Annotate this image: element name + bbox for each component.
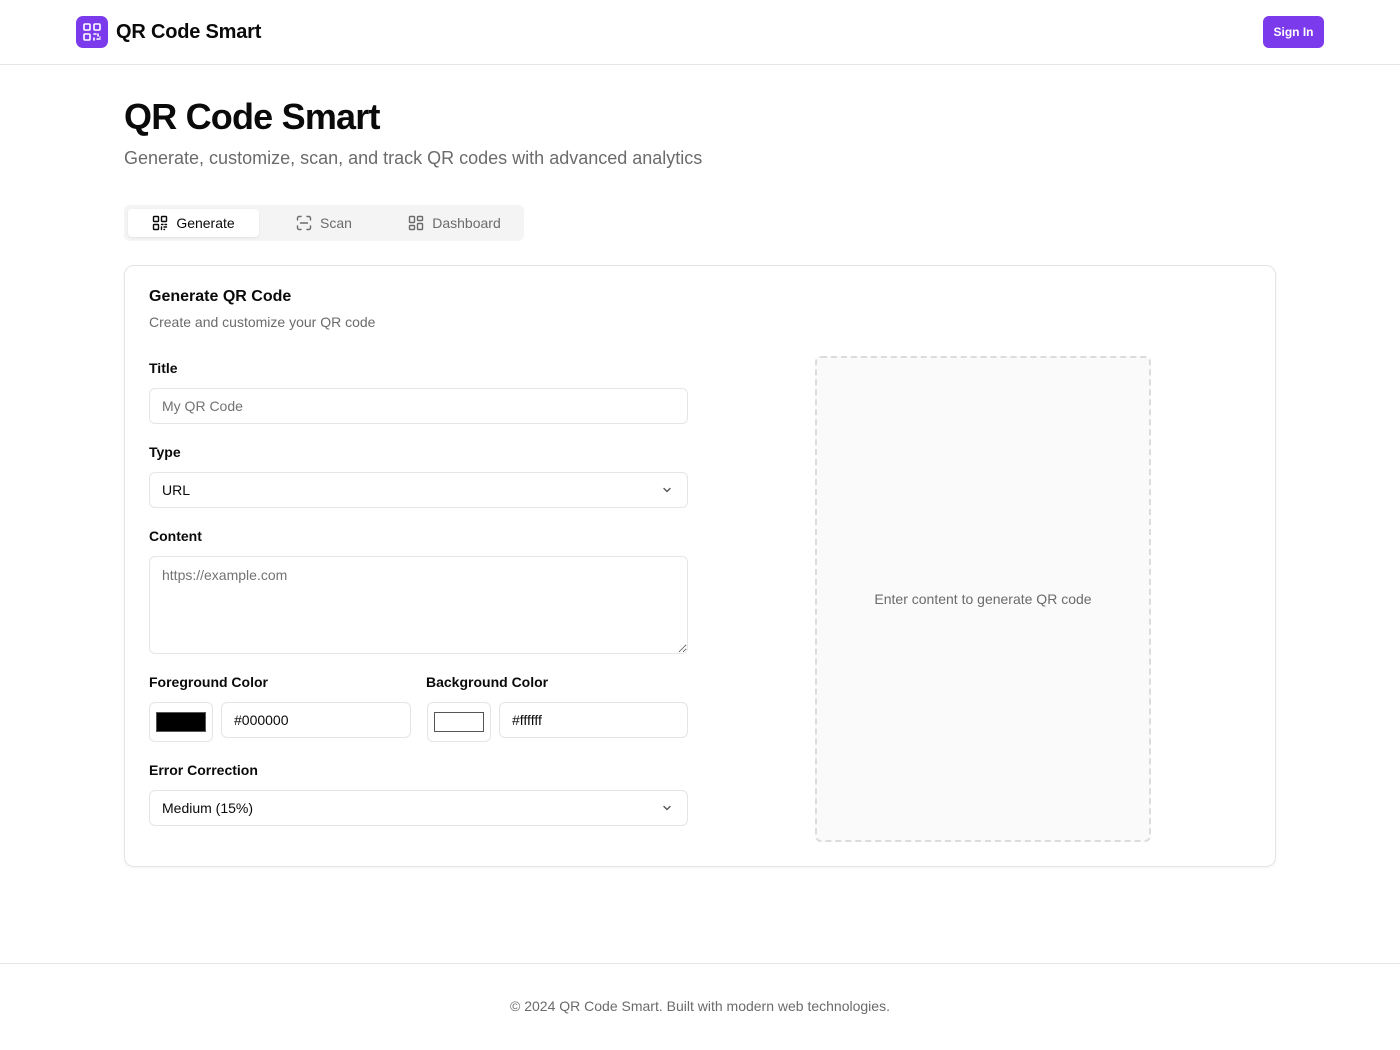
error-correction-value: Medium (15%) xyxy=(162,800,254,816)
title-label: Title xyxy=(149,360,178,376)
content-label: Content xyxy=(149,528,202,544)
card-title: Generate QR Code xyxy=(149,288,292,305)
preview-placeholder-text: Enter content to generate QR code xyxy=(874,591,1092,607)
background-color-picker[interactable] xyxy=(427,702,491,742)
chevron-down-icon xyxy=(661,484,673,496)
brand-name: QR Code Smart xyxy=(116,20,262,43)
background-swatch xyxy=(434,712,484,732)
tab-generate[interactable]: Generate xyxy=(128,209,259,237)
tab-bar: Generate Scan Dashboard xyxy=(124,205,524,241)
footer: © 2024 QR Code Smart. Built with modern … xyxy=(0,963,1400,1050)
qr-logo-icon xyxy=(76,16,108,48)
top-header: QR Code Smart Sign In xyxy=(0,0,1400,65)
foreground-color-input[interactable] xyxy=(221,702,411,738)
tab-scan-label: Scan xyxy=(320,215,352,231)
type-select-value: URL xyxy=(162,482,191,498)
tab-scan[interactable]: Scan xyxy=(259,209,389,237)
tab-dashboard[interactable]: Dashboard xyxy=(389,209,520,237)
page-subtitle: Generate, customize, scan, and track QR … xyxy=(124,148,703,168)
error-correction-select[interactable]: Medium (15%) xyxy=(149,790,688,826)
sign-in-button[interactable]: Sign In xyxy=(1263,16,1324,48)
type-select[interactable]: URL xyxy=(149,472,688,508)
page-title: QR Code Smart xyxy=(124,96,380,137)
title-input[interactable] xyxy=(149,388,688,424)
card-description: Create and customize your QR code xyxy=(149,314,376,330)
brand[interactable]: QR Code Smart xyxy=(76,16,261,48)
background-color-label: Background Color xyxy=(426,674,549,690)
tab-dashboard-label: Dashboard xyxy=(432,215,501,231)
scan-icon xyxy=(296,215,312,231)
tab-generate-label: Generate xyxy=(176,215,235,231)
type-label: Type xyxy=(149,444,181,460)
qr-preview-area: Enter content to generate QR code xyxy=(815,356,1151,842)
content-textarea[interactable] xyxy=(149,556,688,654)
qr-code-icon xyxy=(152,215,168,231)
foreground-color-picker[interactable] xyxy=(149,702,213,742)
background-color-input[interactable] xyxy=(499,702,688,738)
footer-text: © 2024 QR Code Smart. Built with modern … xyxy=(510,998,890,1014)
dashboard-icon xyxy=(408,215,424,231)
chevron-down-icon xyxy=(661,802,673,814)
foreground-color-label: Foreground Color xyxy=(149,674,268,690)
generate-card: Generate QR Code Create and customize yo… xyxy=(124,265,1276,867)
error-correction-label: Error Correction xyxy=(149,762,258,778)
foreground-swatch xyxy=(156,712,206,732)
